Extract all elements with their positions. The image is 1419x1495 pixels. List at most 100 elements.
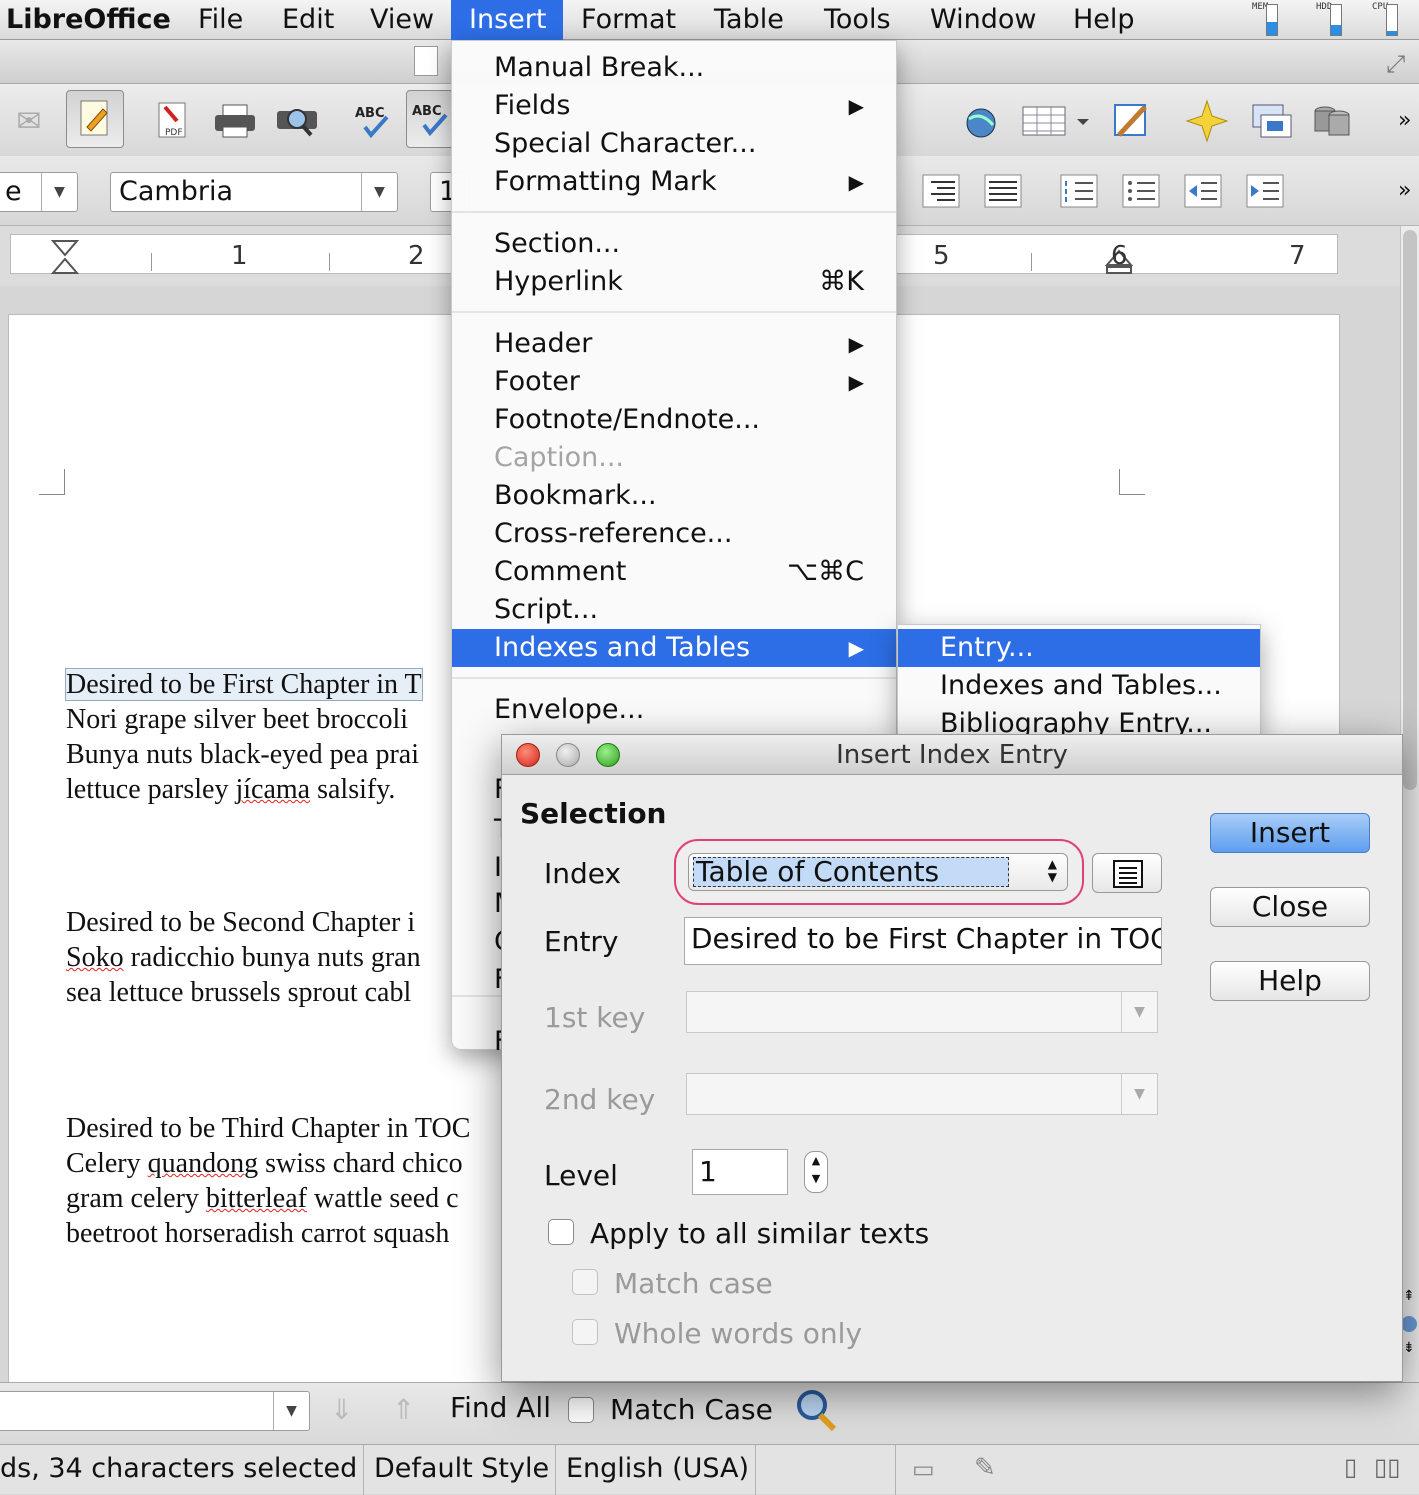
second-key-combo[interactable]: ▼ <box>686 1073 1158 1115</box>
left-indent-marker-icon[interactable] <box>51 239 81 275</box>
multi-page-view-icon[interactable]: ▯▯ <box>1374 1453 1400 1481</box>
zoom-window-icon[interactable] <box>596 743 620 767</box>
scrollbar-thumb[interactable] <box>1403 230 1417 790</box>
find-next-icon[interactable]: ⇓ <box>330 1393 353 1426</box>
chevron-down-icon[interactable]: ▼ <box>361 173 397 211</box>
single-page-view-icon[interactable]: ▯ <box>1344 1453 1357 1481</box>
find-previous-icon[interactable]: ⇑ <box>392 1393 415 1426</box>
menu-item-manual-break[interactable]: Manual Break... <box>452 49 896 87</box>
document-line[interactable]: lettuce parsley jícama salsify. <box>66 774 395 806</box>
menu-edit[interactable]: Edit <box>264 0 352 40</box>
help-button[interactable]: Help <box>1210 961 1370 1001</box>
chevron-down-icon[interactable]: ▼ <box>1121 1074 1157 1114</box>
app-menu[interactable]: LibreOffice <box>0 0 189 40</box>
menu-item-special-character[interactable]: Special Character... <box>452 125 896 163</box>
menu-item-comment[interactable]: Comment ⌥⌘C <box>452 553 896 591</box>
macro-button[interactable] <box>1302 92 1360 150</box>
chevron-down-icon[interactable]: ▼ <box>41 173 77 211</box>
menu-table[interactable]: Table <box>696 0 802 40</box>
chevron-down-icon[interactable]: ▼ <box>273 1392 309 1430</box>
menu-item-envelope[interactable]: Envelope... <box>452 691 896 729</box>
menu-item-fields[interactable]: Fields ▶ <box>452 87 896 125</box>
insert-mode[interactable] <box>756 1445 896 1495</box>
entry-field[interactable]: Desired to be First Chapter in TOC <box>684 917 1162 965</box>
misspelled-word[interactable]: Soko <box>66 942 124 973</box>
toolbar-overflow-icon[interactable]: » <box>1398 108 1411 133</box>
level-stepper[interactable]: ▲ ▼ <box>804 1151 828 1193</box>
menu-file[interactable]: File <box>180 0 261 40</box>
menu-window[interactable]: Window <box>912 0 1054 40</box>
navigator-button[interactable] <box>952 92 1010 150</box>
chevron-down-icon[interactable]: ▼ <box>1121 992 1157 1032</box>
first-key-combo[interactable]: ▼ <box>686 991 1158 1033</box>
edit-mode-button[interactable] <box>66 90 124 148</box>
menu-item-cross-reference[interactable]: Cross-reference... <box>452 515 896 553</box>
whole-words-checkbox[interactable] <box>572 1319 598 1345</box>
previous-page-icon[interactable]: ⇞ <box>1403 1288 1415 1304</box>
misspelled-word[interactable]: jícama <box>235 774 310 805</box>
menu-item-indexes-and-tables[interactable]: Indexes and Tables ▶ <box>452 629 896 667</box>
spellcheck-button[interactable]: ABC <box>344 92 402 150</box>
document-line[interactable]: gram celery bitterleaf wattle seed c <box>66 1183 459 1215</box>
document-line[interactable]: beetroot horseradish carrot squash <box>66 1218 449 1250</box>
insert-table-button[interactable] <box>1016 92 1096 150</box>
document-line[interactable]: Nori grape silver beet broccoli <box>66 704 408 736</box>
apply-all-checkbox[interactable] <box>548 1219 574 1245</box>
numbering-button[interactable] <box>1050 162 1108 220</box>
find-replace-icon[interactable] <box>794 1387 840 1433</box>
menu-item-footnote-endnote[interactable]: Footnote/Endnote... <box>452 401 896 439</box>
menu-item-formatting-mark[interactable]: Formatting Mark ▶ <box>452 163 896 201</box>
decrease-indent-button[interactable] <box>1174 162 1232 220</box>
match-case-checkbox[interactable] <box>572 1269 598 1295</box>
bullets-button[interactable] <box>1112 162 1170 220</box>
menu-item-script[interactable]: Script... <box>452 591 896 629</box>
menu-item-hyperlink[interactable]: Hyperlink ⌘K <box>452 263 896 301</box>
paragraph-style-combo[interactable]: e ▼ <box>0 172 78 212</box>
export-pdf-button[interactable]: PDF <box>144 92 202 150</box>
print-button[interactable] <box>206 92 264 150</box>
find-all-button[interactable]: Find All <box>450 1391 551 1424</box>
match-case-checkbox[interactable] <box>568 1397 594 1423</box>
document-line[interactable]: Soko radicchio bunya nuts gran <box>66 942 421 974</box>
close-window-icon[interactable] <box>516 743 540 767</box>
submenu-item-indexes-and-tables[interactable]: Indexes and Tables... <box>898 667 1260 705</box>
menu-insert[interactable]: Insert <box>451 0 563 40</box>
justify-button[interactable] <box>974 162 1032 220</box>
level-field[interactable]: 1 <box>692 1149 788 1195</box>
menu-item-caption[interactable]: Caption... <box>452 439 896 477</box>
next-page-icon[interactable]: ⇟ <box>1403 1340 1415 1356</box>
fullscreen-icon[interactable]: ⤢ <box>1386 50 1405 78</box>
autospellcheck-button[interactable]: ABC <box>406 90 454 148</box>
submenu-item-entry[interactable]: Entry... <box>898 629 1260 667</box>
toolbar-overflow-icon[interactable]: » <box>1398 178 1411 203</box>
index-select[interactable]: Table of Contents ▲ ▼ <box>688 853 1068 891</box>
document-line[interactable]: Desired to be Third Chapter in TOC <box>66 1113 470 1145</box>
document-line[interactable]: Desired to be Second Chapter i <box>66 907 415 939</box>
menu-view[interactable]: View <box>352 0 452 40</box>
menu-item-footer[interactable]: Footer ▶ <box>452 363 896 401</box>
template-icon[interactable]: ✉ <box>0 92 58 150</box>
document-line[interactable]: Desired to be First Chapter in T <box>65 668 423 701</box>
draw-functions-button[interactable] <box>1102 92 1160 150</box>
menu-format[interactable]: Format <box>563 0 694 40</box>
menu-item-bookmark[interactable]: Bookmark... <box>452 477 896 515</box>
document-line[interactable]: Bunya nuts black-eyed pea prai <box>66 739 419 771</box>
print-preview-button[interactable] <box>268 92 326 150</box>
menu-item-section[interactable]: Section... <box>452 225 896 263</box>
align-right-button[interactable] <box>912 162 970 220</box>
insert-button[interactable]: Insert <box>1210 813 1370 853</box>
find-input[interactable]: ▼ <box>0 1391 310 1431</box>
menu-help[interactable]: Help <box>1055 0 1153 40</box>
selection-mode-icon[interactable]: ▭ <box>912 1455 935 1483</box>
misspelled-word[interactable]: bitterleaf <box>206 1183 307 1214</box>
gallery-button[interactable] <box>1178 92 1236 150</box>
language[interactable]: English (USA) <box>556 1445 756 1495</box>
font-name-combo[interactable]: Cambria ▼ <box>110 172 398 212</box>
minimize-window-icon[interactable] <box>556 743 580 767</box>
close-button[interactable]: Close <box>1210 887 1370 927</box>
misspelled-word[interactable]: quandong <box>148 1148 258 1179</box>
increase-indent-button[interactable] <box>1236 162 1294 220</box>
page-style[interactable]: Default Style <box>364 1445 556 1495</box>
data-sources-button[interactable] <box>1242 92 1300 150</box>
navigation-icon[interactable] <box>1401 1316 1417 1332</box>
